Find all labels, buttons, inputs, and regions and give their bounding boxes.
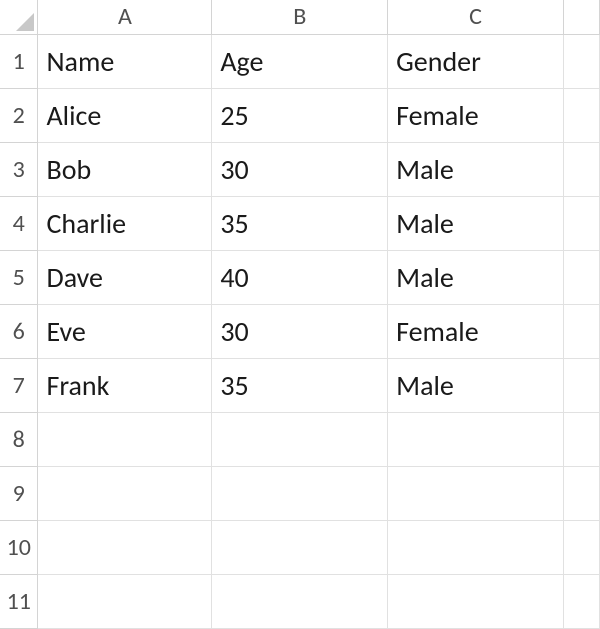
cell-C9[interactable] bbox=[388, 466, 564, 520]
cell-B6[interactable]: 30 bbox=[212, 304, 388, 358]
cell-D10[interactable] bbox=[564, 520, 600, 574]
cell-D9[interactable] bbox=[564, 466, 600, 520]
cell-C4[interactable]: Male bbox=[388, 196, 564, 250]
row-header-10[interactable]: 10 bbox=[0, 520, 38, 574]
cell-C8[interactable] bbox=[388, 412, 564, 466]
cell-D11[interactable] bbox=[564, 574, 600, 628]
row-header-6[interactable]: 6 bbox=[0, 304, 38, 358]
cell-A2[interactable]: Alice bbox=[38, 88, 212, 142]
row-header-3[interactable]: 3 bbox=[0, 142, 38, 196]
data-row-2: 2 Alice 25 Female bbox=[0, 88, 600, 142]
row-header-8[interactable]: 8 bbox=[0, 412, 38, 466]
data-row-4: 4 Charlie 35 Male bbox=[0, 196, 600, 250]
cell-C10[interactable] bbox=[388, 520, 564, 574]
cell-C3[interactable]: Male bbox=[388, 142, 564, 196]
data-row-8: 8 bbox=[0, 412, 600, 466]
cell-A8[interactable] bbox=[38, 412, 212, 466]
row-header-7[interactable]: 7 bbox=[0, 358, 38, 412]
cell-D3[interactable] bbox=[564, 142, 600, 196]
spreadsheet-grid: A B C 1 Name Age Gender 2 Alice 25 Femal… bbox=[0, 0, 600, 629]
cell-C1[interactable]: Gender bbox=[388, 34, 564, 88]
cell-C2[interactable]: Female bbox=[388, 88, 564, 142]
cell-A1[interactable]: Name bbox=[38, 34, 212, 88]
cell-B4[interactable]: 35 bbox=[212, 196, 388, 250]
cell-B10[interactable] bbox=[212, 520, 388, 574]
row-header-2[interactable]: 2 bbox=[0, 88, 38, 142]
cell-D6[interactable] bbox=[564, 304, 600, 358]
cell-B3[interactable]: 30 bbox=[212, 142, 388, 196]
cell-B9[interactable] bbox=[212, 466, 388, 520]
column-header-D[interactable] bbox=[564, 0, 600, 34]
cell-D5[interactable] bbox=[564, 250, 600, 304]
data-row-10: 10 bbox=[0, 520, 600, 574]
cell-A10[interactable] bbox=[38, 520, 212, 574]
cell-A5[interactable]: Dave bbox=[38, 250, 212, 304]
cell-A11[interactable] bbox=[38, 574, 212, 628]
data-row-3: 3 Bob 30 Male bbox=[0, 142, 600, 196]
data-row-9: 9 bbox=[0, 466, 600, 520]
cell-C11[interactable] bbox=[388, 574, 564, 628]
cell-B2[interactable]: 25 bbox=[212, 88, 388, 142]
cell-B8[interactable] bbox=[212, 412, 388, 466]
data-row-6: 6 Eve 30 Female bbox=[0, 304, 600, 358]
column-header-C[interactable]: C bbox=[388, 0, 564, 34]
row-header-11[interactable]: 11 bbox=[0, 574, 38, 628]
cell-D4[interactable] bbox=[564, 196, 600, 250]
cell-C6[interactable]: Female bbox=[388, 304, 564, 358]
cell-D2[interactable] bbox=[564, 88, 600, 142]
data-row-5: 5 Dave 40 Male bbox=[0, 250, 600, 304]
cell-B11[interactable] bbox=[212, 574, 388, 628]
row-header-1[interactable]: 1 bbox=[0, 34, 38, 88]
cell-C7[interactable]: Male bbox=[388, 358, 564, 412]
cell-A4[interactable]: Charlie bbox=[38, 196, 212, 250]
row-header-4[interactable]: 4 bbox=[0, 196, 38, 250]
row-header-9[interactable]: 9 bbox=[0, 466, 38, 520]
cell-C5[interactable]: Male bbox=[388, 250, 564, 304]
column-header-row: A B C bbox=[0, 0, 600, 34]
cell-D1[interactable] bbox=[564, 34, 600, 88]
column-header-A[interactable]: A bbox=[38, 0, 212, 34]
cell-D8[interactable] bbox=[564, 412, 600, 466]
row-header-5[interactable]: 5 bbox=[0, 250, 38, 304]
select-all-corner[interactable] bbox=[0, 0, 38, 34]
cell-B7[interactable]: 35 bbox=[212, 358, 388, 412]
data-row-11: 11 bbox=[0, 574, 600, 628]
column-header-B[interactable]: B bbox=[212, 0, 388, 34]
cell-A3[interactable]: Bob bbox=[38, 142, 212, 196]
data-row-1: 1 Name Age Gender bbox=[0, 34, 600, 88]
cell-A9[interactable] bbox=[38, 466, 212, 520]
data-row-7: 7 Frank 35 Male bbox=[0, 358, 600, 412]
cell-B1[interactable]: Age bbox=[212, 34, 388, 88]
cell-A7[interactable]: Frank bbox=[38, 358, 212, 412]
cell-A6[interactable]: Eve bbox=[38, 304, 212, 358]
cell-B5[interactable]: 40 bbox=[212, 250, 388, 304]
cell-D7[interactable] bbox=[564, 358, 600, 412]
